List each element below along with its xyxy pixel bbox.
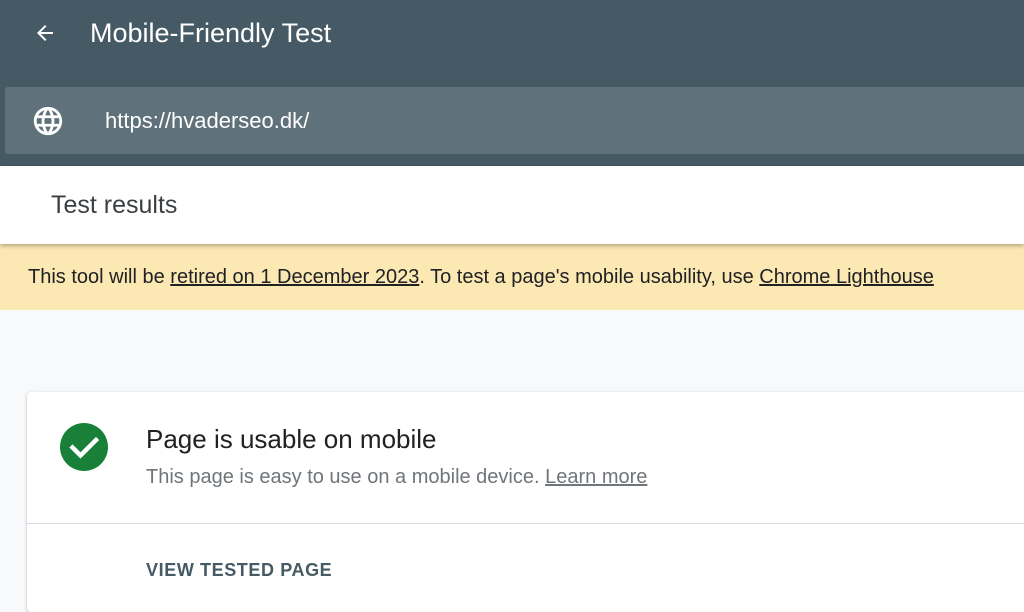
card-divider xyxy=(27,523,1024,524)
view-tested-page-button[interactable]: VIEW TESTED PAGE xyxy=(135,549,343,591)
chrome-lighthouse-link[interactable]: Chrome Lighthouse xyxy=(759,266,934,288)
result-title: Page is usable on mobile xyxy=(146,424,437,454)
retired-date-link[interactable]: retired on 1 December 2023 xyxy=(170,266,419,288)
results-bar: Test results xyxy=(0,166,1024,244)
url-bar xyxy=(5,87,1024,154)
app-header: Mobile-Friendly Test xyxy=(0,0,1024,166)
notice-text-before: This tool will be xyxy=(28,266,171,288)
notice-text: This tool will be retired on 1 December … xyxy=(28,244,934,310)
result-subtitle: This page is easy to use on a mobile dev… xyxy=(146,463,647,491)
globe-icon xyxy=(33,106,63,136)
learn-more-link[interactable]: Learn more xyxy=(545,466,647,488)
result-card: Page is usable on mobile This page is ea… xyxy=(27,392,1024,612)
url-input[interactable] xyxy=(105,101,985,141)
results-title: Test results xyxy=(51,191,178,219)
notice-text-middle: . To test a page's mobile usability, use xyxy=(419,266,760,288)
back-button[interactable] xyxy=(26,14,64,52)
arrow-left-icon xyxy=(37,25,53,41)
retirement-notice: This tool will be retired on 1 December … xyxy=(0,244,1024,310)
check-circle-icon xyxy=(60,423,108,471)
result-subtitle-text: This page is easy to use on a mobile dev… xyxy=(146,466,546,488)
page-title: Mobile-Friendly Test xyxy=(90,18,332,48)
